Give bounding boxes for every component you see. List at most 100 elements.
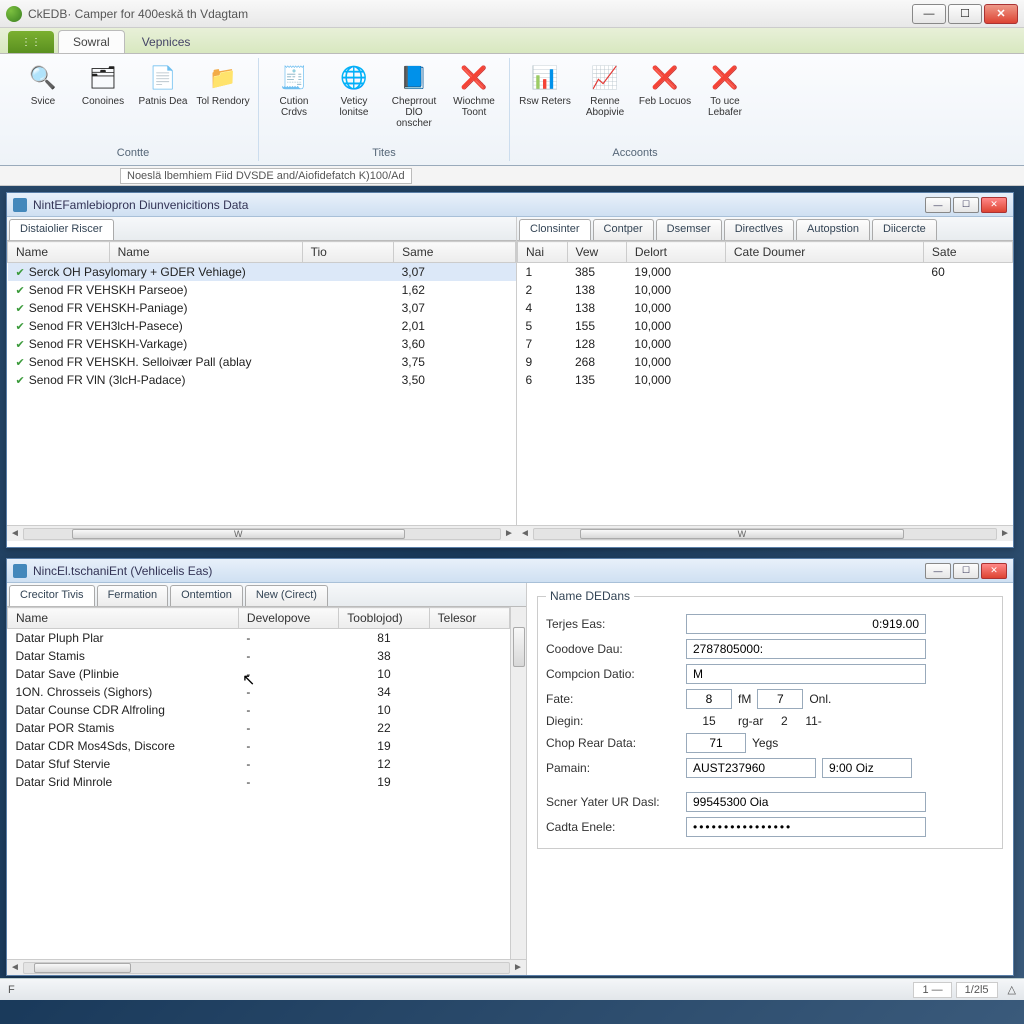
table-row[interactable]: Datar Stamis-38: [8, 647, 510, 665]
table-row[interactable]: Senod FR VEHSKH. Selloivær Pall (ablay3,…: [8, 353, 516, 371]
maximize-button[interactable]: [948, 4, 982, 24]
table-row[interactable]: Datar POR Stamis-22: [8, 719, 510, 737]
table-row[interactable]: 613510,000: [518, 371, 1013, 389]
ribbon-icon: ❌: [649, 62, 681, 94]
ribbon-item[interactable]: 🗂Conoines: [76, 58, 130, 107]
table-row[interactable]: 926810,000: [518, 353, 1013, 371]
tab[interactable]: Diicercte: [872, 219, 937, 240]
inp-cadta[interactable]: [686, 817, 926, 837]
inp-chop[interactable]: [686, 733, 746, 753]
table-row[interactable]: Datar CDR Mos4Sds, Discore-19: [8, 737, 510, 755]
panelB-hscroll[interactable]: ◄►: [7, 959, 526, 975]
inp-fate-2[interactable]: [757, 689, 803, 709]
table-row[interactable]: Datar Save (Plinbie-10: [8, 665, 510, 683]
tab[interactable]: Dsemser: [656, 219, 722, 240]
ribbon-item[interactable]: 📊Rsw Reters: [518, 58, 572, 118]
panelA-left-hscroll[interactable]: ◄W►: [7, 525, 517, 541]
panelA-right-grid[interactable]: NaiVewDelortCate DoumerSate138519,000602…: [517, 241, 1013, 389]
panelA-left-grid[interactable]: NameNameTioSameSerck OH Pasylomary + GDE…: [7, 241, 516, 389]
tab[interactable]: Contper: [593, 219, 654, 240]
col-header[interactable]: Name: [109, 242, 302, 263]
window-controls: [912, 4, 1018, 24]
col-header[interactable]: Developove: [238, 608, 338, 629]
table-row[interactable]: Senod FR VEHSKH-Varkage)3,60: [8, 335, 516, 353]
tab[interactable]: Autopstion: [796, 219, 870, 240]
ribbon-tab-vepnices[interactable]: Vepnices: [127, 30, 206, 53]
table-row[interactable]: 515510,000: [518, 317, 1013, 335]
ribbon-item[interactable]: 📁Tol Rendory: [196, 58, 250, 107]
inp-compcion[interactable]: [686, 664, 926, 684]
close-button[interactable]: [984, 4, 1018, 24]
minimize-button[interactable]: [912, 4, 946, 24]
ribbon-item[interactable]: 📄Patnis Dea: [136, 58, 190, 107]
table-row[interactable]: Serck OH Pasylomary + GDER Vehiage)3,07: [8, 263, 516, 282]
ribbon-label: Tol Rendory: [196, 96, 249, 107]
ribbon-item[interactable]: 📘Cheprrout DlO onscher: [387, 58, 441, 129]
status-tri-icon: △: [1008, 983, 1016, 996]
table-row[interactable]: Senod FR VEHSKH Parseoe)1,62: [8, 281, 516, 299]
lbl-cadta: Cadta Enele:: [546, 820, 686, 834]
inp-fate-1[interactable]: [686, 689, 732, 709]
panelA-right-hscroll[interactable]: ◄W►: [517, 525, 1013, 541]
check-icon: [16, 265, 29, 279]
col-header[interactable]: Name: [8, 608, 239, 629]
inp-pamain-1[interactable]: [686, 758, 816, 778]
ribbon-item[interactable]: ❌Feb Locuos: [638, 58, 692, 118]
table-row[interactable]: 1ON. Chrosseis (Sighors)-34: [8, 683, 510, 701]
ribbon-item[interactable]: 🌐Veticy lonitse: [327, 58, 381, 129]
table-row[interactable]: 413810,000: [518, 299, 1013, 317]
ribbon-icon: ❌: [709, 62, 741, 94]
table-row[interactable]: Datar Counse CDR Alfroling-10: [8, 701, 510, 719]
col-header[interactable]: Name: [8, 242, 110, 263]
table-row[interactable]: Senod FR VlN (3lcH-Padace)3,50: [8, 371, 516, 389]
tab[interactable]: Directlves: [724, 219, 794, 240]
ribbon-item[interactable]: ❌Wiochme Toont: [447, 58, 501, 129]
tab-distaiolier[interactable]: Distaiolier Riscer: [9, 219, 114, 240]
tab[interactable]: Ontemtion: [170, 585, 243, 606]
ribbon-item[interactable]: 📈Renne Abopivie: [578, 58, 632, 118]
col-header[interactable]: Telesor: [429, 608, 509, 629]
ribbon-group-label: Contte: [117, 145, 149, 161]
inp-pamain-2[interactable]: [822, 758, 912, 778]
table-row[interactable]: Datar Srid Minrole-19: [8, 773, 510, 791]
inp-scner[interactable]: [686, 792, 926, 812]
panelA-max[interactable]: ☐: [953, 197, 979, 213]
ribbon-item[interactable]: ❌To uce Lebafer: [698, 58, 752, 118]
inp-coodove[interactable]: [686, 639, 926, 659]
check-icon: [16, 283, 29, 297]
col-header[interactable]: Delort: [626, 242, 725, 263]
panelA-close[interactable]: ✕: [981, 197, 1007, 213]
col-header[interactable]: Sate: [923, 242, 1012, 263]
panelB-min[interactable]: —: [925, 563, 951, 579]
ribbon-apptab[interactable]: ⋮⋮: [8, 31, 54, 53]
status-page1: 1 —: [913, 982, 951, 998]
table-row[interactable]: Senod FR VEHSKH-Paniage)3,07: [8, 299, 516, 317]
panelB-close[interactable]: ✕: [981, 563, 1007, 579]
ribbon-tabstrip: ⋮⋮ Sowral Vepnices: [0, 28, 1024, 54]
table-row[interactable]: Senod FR VEH3lcH-Pasece)2,01: [8, 317, 516, 335]
inp-terjes[interactable]: [686, 614, 926, 634]
col-header[interactable]: Tio: [302, 242, 393, 263]
table-row[interactable]: 138519,00060: [518, 263, 1013, 282]
tab[interactable]: Fermation: [97, 585, 169, 606]
table-row[interactable]: 712810,000: [518, 335, 1013, 353]
table-row[interactable]: Datar Pluph Plar-81: [8, 629, 510, 648]
panelB-vscroll[interactable]: [510, 607, 526, 959]
tab[interactable]: Crecitor Tivis: [9, 585, 95, 606]
col-header[interactable]: Cate Doumer: [725, 242, 923, 263]
panelB-max[interactable]: ☐: [953, 563, 979, 579]
table-row[interactable]: Datar Sfuf Stervie-12: [8, 755, 510, 773]
tab[interactable]: Clonsinter: [519, 219, 591, 240]
panelB-grid[interactable]: NameDevelopoveTooblojod)TelesorDatar Plu…: [7, 607, 510, 791]
col-header[interactable]: Same: [394, 242, 516, 263]
col-header[interactable]: Vew: [567, 242, 626, 263]
ribbon-item[interactable]: 🔍Svice: [16, 58, 70, 107]
panelB-title: NincEl.tschaniEnt (Vehlicelis Eas): [33, 564, 212, 578]
table-row[interactable]: 213810,000: [518, 281, 1013, 299]
col-header[interactable]: Tooblojod): [339, 608, 429, 629]
col-header[interactable]: Nai: [518, 242, 568, 263]
ribbon-tab-sowral[interactable]: Sowral: [58, 30, 125, 53]
tab[interactable]: New (Cirect): [245, 585, 328, 606]
panelA-min[interactable]: —: [925, 197, 951, 213]
ribbon-item[interactable]: 🧾Cution Crdvs: [267, 58, 321, 129]
